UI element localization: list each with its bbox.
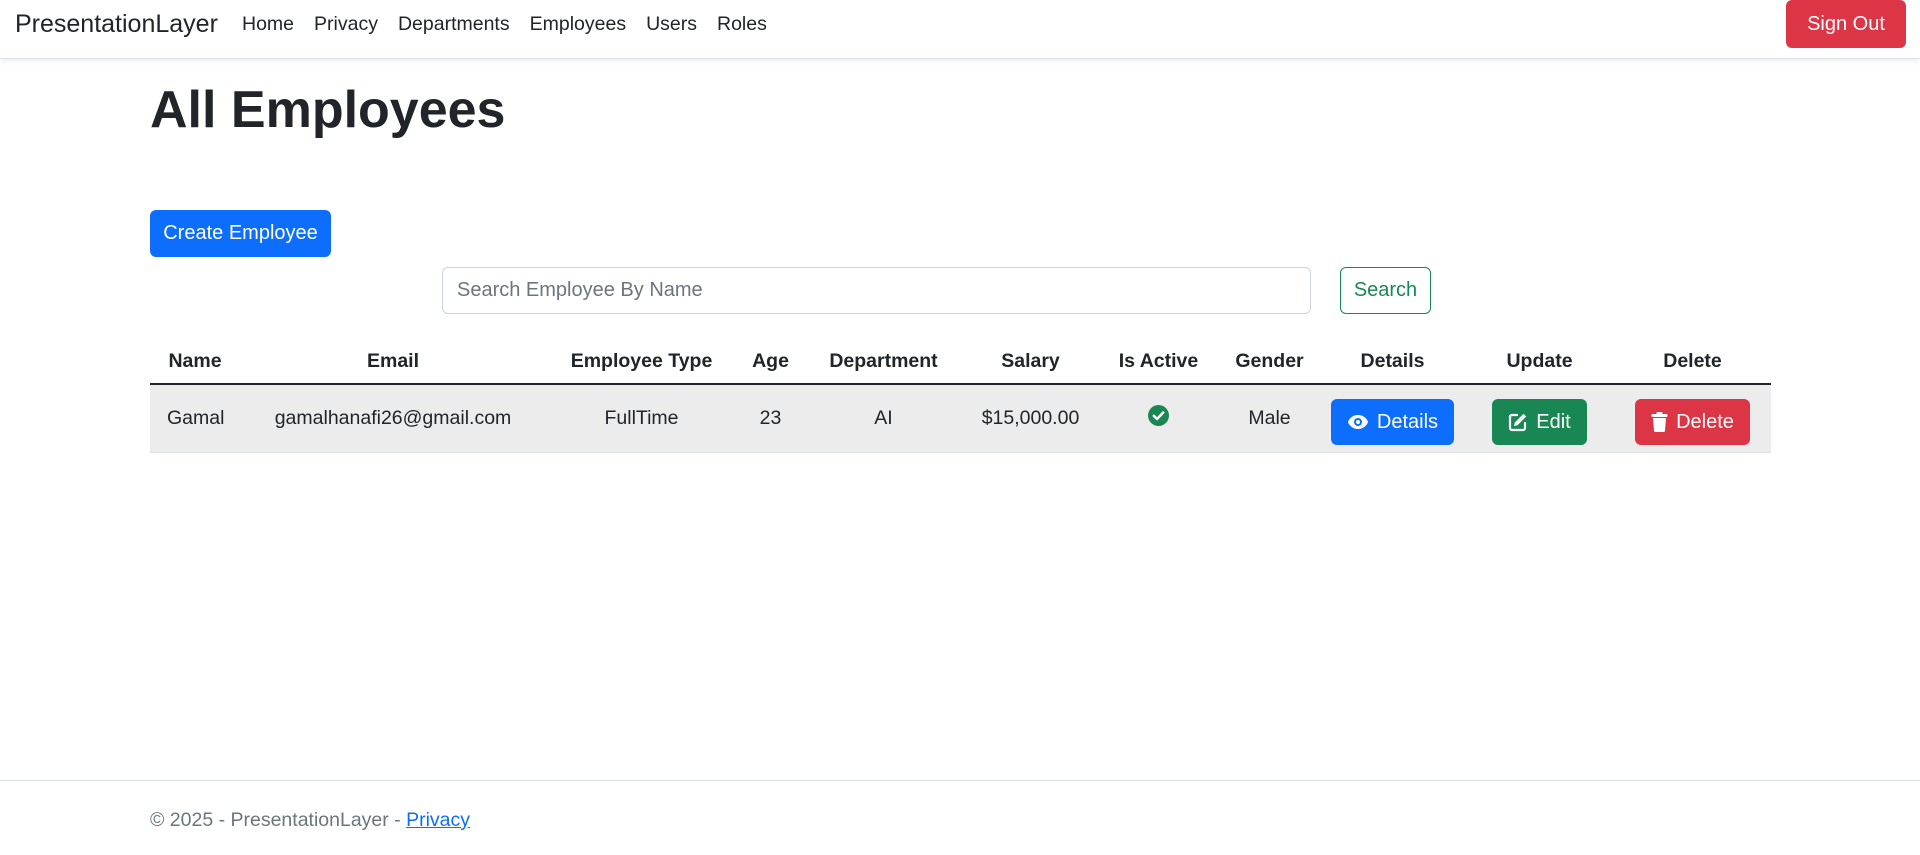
table-row: Gamal gamalhanafi26@gmail.com FullTime 2… <box>150 384 1771 453</box>
top-navbar: PresentationLayer Home Privacy Departmen… <box>0 0 1920 59</box>
nav-link-privacy[interactable]: Privacy <box>314 13 378 36</box>
nav-links: Home Privacy Departments Employees Users… <box>242 13 787 36</box>
check-circle-icon <box>1148 404 1169 432</box>
nav-link-home[interactable]: Home <box>242 13 294 36</box>
header-is-active: Is Active <box>1098 340 1219 385</box>
header-name: Name <box>150 340 240 385</box>
cell-age: 23 <box>737 384 804 453</box>
header-gender: Gender <box>1219 340 1320 385</box>
nav-link-roles[interactable]: Roles <box>717 13 767 36</box>
eye-icon <box>1347 414 1369 430</box>
cell-delete: Delete <box>1614 384 1771 453</box>
cell-department: AI <box>804 384 963 453</box>
cell-is-active <box>1098 384 1219 453</box>
nav-link-employees[interactable]: Employees <box>530 13 626 36</box>
nav-link-users[interactable]: Users <box>646 13 697 36</box>
sign-out-button[interactable]: Sign Out <box>1786 0 1906 48</box>
copyright-text: © 2025 - PresentationLayer - <box>150 809 407 831</box>
header-details: Details <box>1320 340 1465 385</box>
create-employee-button[interactable]: Create Employee <box>150 210 331 257</box>
page-title: All Employees <box>150 81 506 139</box>
details-button[interactable]: Details <box>1330 399 1455 446</box>
header-email: Email <box>240 340 546 385</box>
edit-button[interactable]: Edit <box>1492 399 1587 446</box>
header-salary: Salary <box>963 340 1098 385</box>
edit-icon <box>1508 412 1528 432</box>
delete-label: Delete <box>1676 410 1734 433</box>
header-update: Update <box>1465 340 1614 385</box>
footer: © 2025 - PresentationLayer - Privacy <box>0 780 1920 855</box>
footer-privacy-link[interactable]: Privacy <box>406 809 470 831</box>
header-employee-type: Employee Type <box>546 340 737 385</box>
cell-update: Edit <box>1465 384 1614 453</box>
brand-link[interactable]: PresentationLayer <box>15 10 218 39</box>
header-age: Age <box>737 340 804 385</box>
trash-icon <box>1651 412 1668 433</box>
cell-details: Details <box>1320 384 1465 453</box>
edit-label: Edit <box>1536 410 1571 433</box>
cell-employee-type: FullTime <box>546 384 737 453</box>
table-header-row: Name Email Employee Type Age Department … <box>150 340 1771 385</box>
cell-gender: Male <box>1219 384 1320 453</box>
cell-email: gamalhanafi26@gmail.com <box>240 384 546 453</box>
header-delete: Delete <box>1614 340 1771 385</box>
details-label: Details <box>1376 410 1439 433</box>
delete-button[interactable]: Delete <box>1635 399 1750 446</box>
cell-salary: $15,000.00 <box>963 384 1098 453</box>
footer-text: © 2025 - PresentationLayer - Privacy <box>150 809 470 832</box>
search-input[interactable] <box>442 267 1311 314</box>
employees-table: Name Email Employee Type Age Department … <box>150 340 1771 453</box>
nav-link-departments[interactable]: Departments <box>398 13 510 36</box>
header-department: Department <box>804 340 963 385</box>
search-button[interactable]: Search <box>1340 267 1431 314</box>
cell-name: Gamal <box>150 384 240 453</box>
